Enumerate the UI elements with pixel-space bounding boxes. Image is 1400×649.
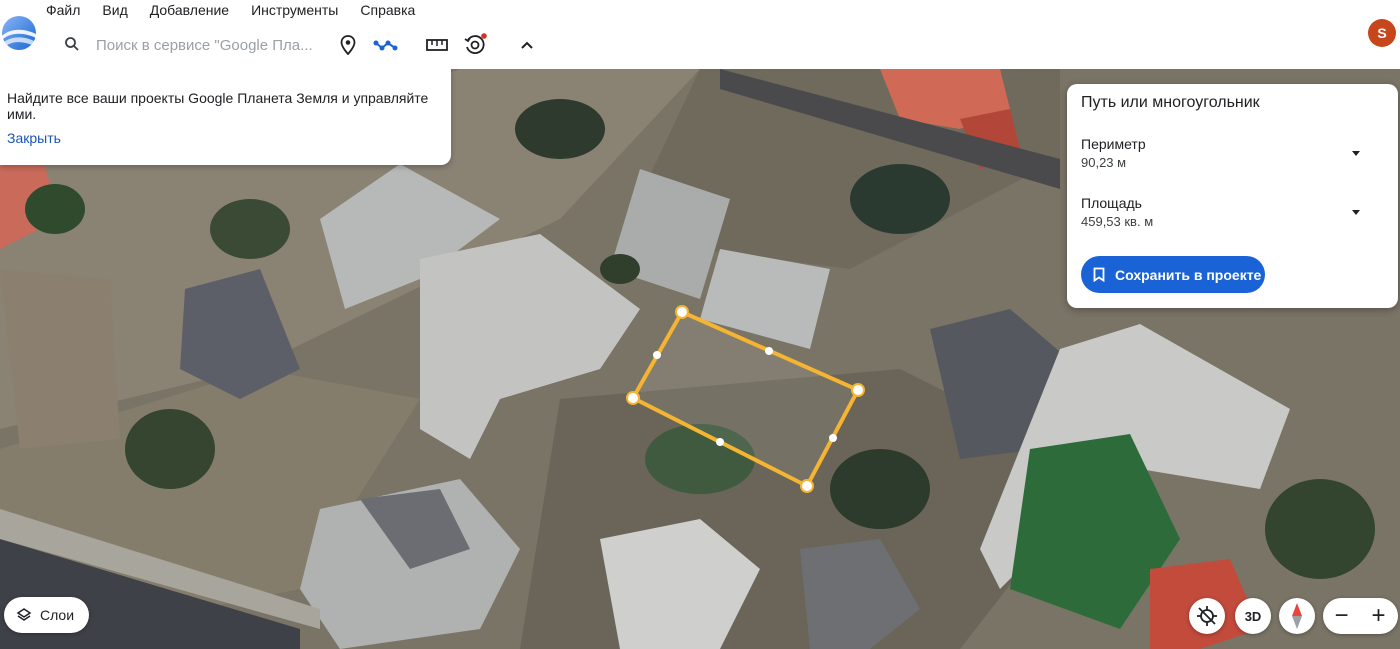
menu-tools[interactable]: Инструменты [251, 2, 338, 18]
path-icon [373, 40, 398, 51]
layers-icon [16, 608, 32, 621]
add-placemark-button[interactable] [335, 32, 361, 58]
menu-add[interactable]: Добавление [150, 2, 229, 18]
menu-bar: Файл Вид Добавление Инструменты Справка [46, 2, 437, 18]
zoom-in-button[interactable]: + [1360, 598, 1397, 634]
perimeter-label: Периметр [1081, 136, 1146, 152]
toggle-3d-label: 3D [1244, 608, 1262, 624]
area-label: Площадь [1081, 195, 1142, 211]
ruler-icon [426, 39, 448, 51]
zoom-out-button[interactable]: − [1323, 598, 1360, 634]
layers-button[interactable]: Слои [4, 597, 89, 633]
panel-title: Путь или многоугольник [1081, 94, 1260, 111]
polygon-midpoint [765, 347, 773, 355]
polygon-midpoint [716, 438, 724, 446]
history-button[interactable] [462, 32, 488, 58]
menu-file[interactable]: Файл [46, 2, 80, 18]
search-input[interactable] [96, 33, 326, 57]
measure-panel: Путь или многоугольник Периметр 90,23 м … [1067, 84, 1398, 308]
measure-button[interactable] [424, 32, 450, 58]
google-earth-logo-icon[interactable] [0, 14, 38, 52]
save-button-label: Сохранить в проекте [1115, 266, 1262, 283]
polygon-vertex [626, 391, 640, 405]
add-path-button[interactable] [372, 32, 400, 58]
perimeter-value: 90,23 м [1081, 155, 1127, 170]
top-bar: Файл Вид Добавление Инструменты Справка [0, 0, 1400, 69]
location-off-button[interactable] [1189, 598, 1225, 634]
polygon-vertex [851, 383, 865, 397]
perimeter-units-dropdown-icon[interactable] [1349, 148, 1363, 158]
polygon-midpoint [653, 351, 661, 359]
zoom-controls: − + [1323, 598, 1398, 634]
toggle-3d-button[interactable]: 3D [1235, 598, 1271, 634]
notification-dot [481, 33, 487, 39]
compass-icon [1292, 603, 1302, 629]
tip-close-link[interactable]: Закрыть [7, 130, 61, 146]
search-icon[interactable] [64, 36, 80, 52]
chevron-up-icon [521, 41, 533, 49]
collapse-toolbar-button[interactable] [514, 32, 540, 58]
layers-label: Слои [40, 607, 75, 623]
area-value: 459,53 кв. м [1081, 214, 1154, 229]
bookmark-icon [1093, 267, 1105, 282]
tip-text: Найдите все ваши проекты Google Планета … [7, 90, 429, 122]
compass-button[interactable] [1279, 598, 1315, 634]
location-off-icon [1197, 606, 1217, 626]
menu-view[interactable]: Вид [102, 2, 127, 18]
area-units-dropdown-icon[interactable] [1349, 207, 1363, 217]
avatar[interactable]: S [1368, 19, 1396, 47]
projects-tip-card: Найдите все ваши проекты Google Планета … [0, 69, 451, 165]
placemark-icon [340, 35, 356, 55]
save-to-project-button[interactable]: Сохранить в проекте [1081, 256, 1265, 293]
menu-help[interactable]: Справка [360, 2, 415, 18]
history-icon [464, 33, 487, 54]
polygon-midpoint [829, 434, 837, 442]
polygon-vertex [800, 479, 814, 493]
polygon-vertex [675, 305, 689, 319]
